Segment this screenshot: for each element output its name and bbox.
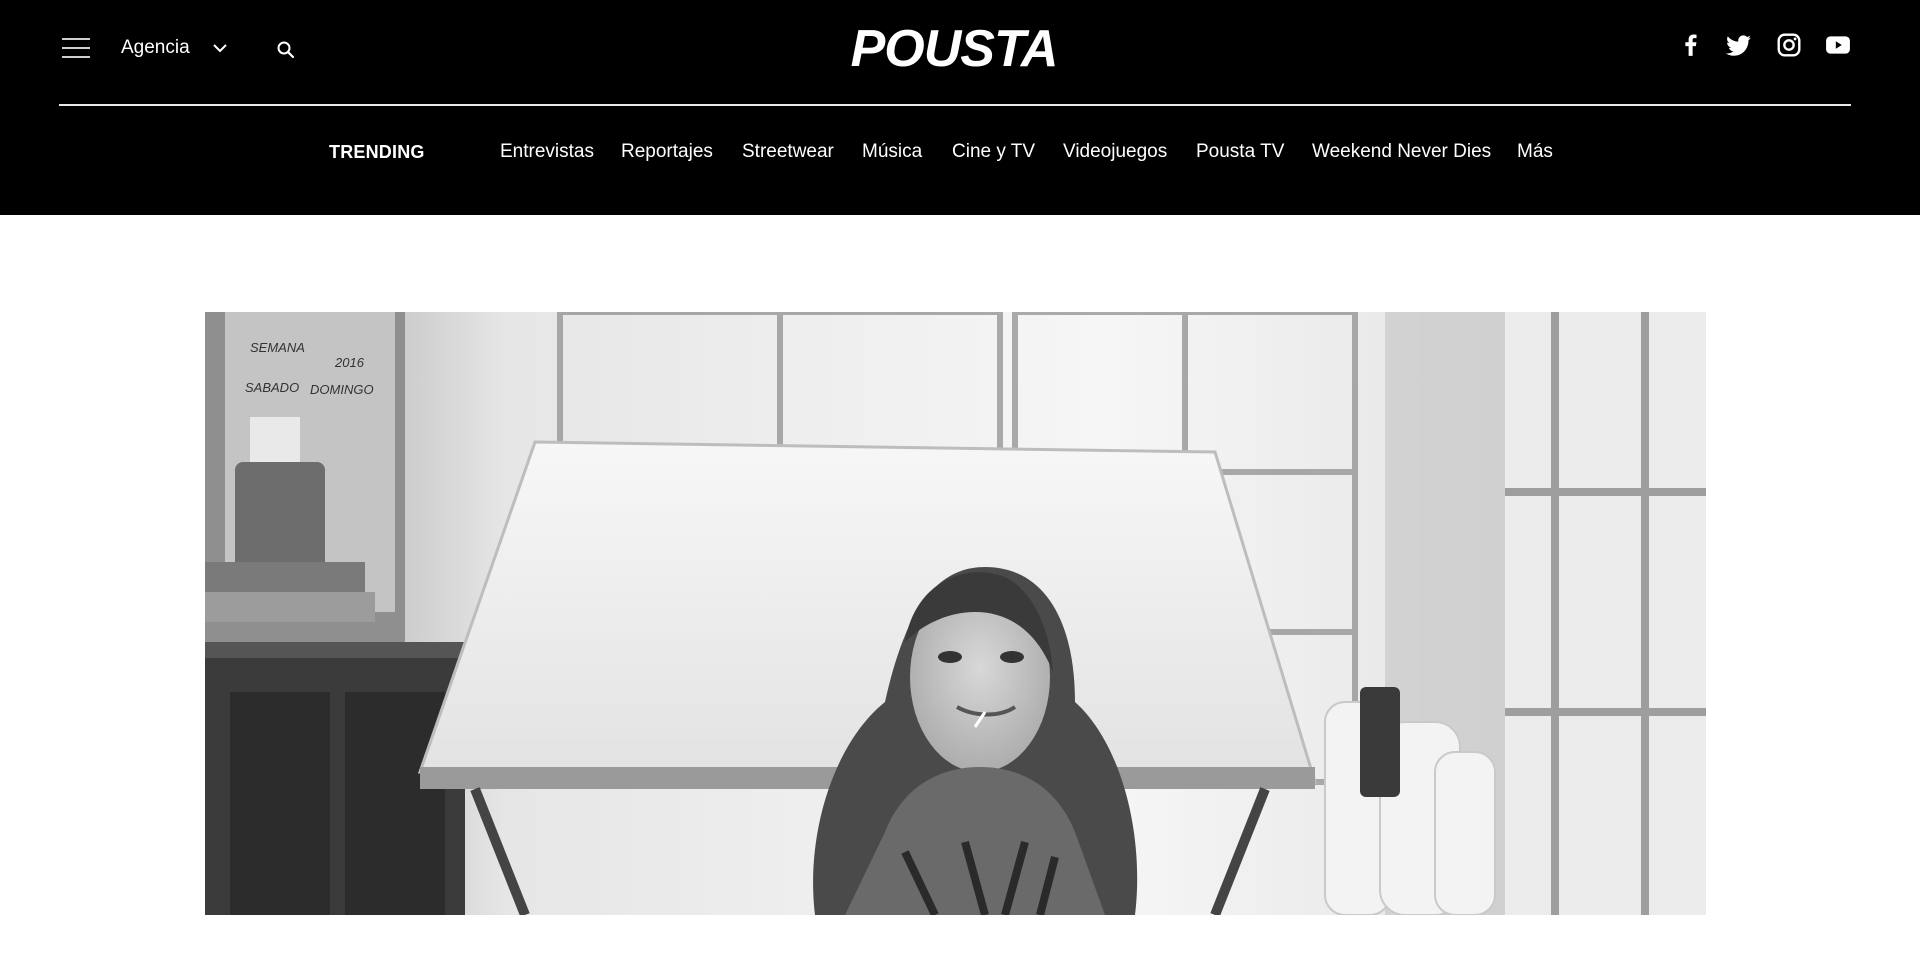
instagram-icon[interactable] — [1776, 32, 1802, 58]
nav-trending[interactable]: TRENDING — [329, 140, 425, 164]
svg-text:2016: 2016 — [334, 355, 365, 370]
site-logo[interactable]: POUSTA — [796, 20, 1112, 78]
hero-photo: SEMANA 2016 SABADO DOMINGO — [205, 312, 1706, 915]
agency-label: Agencia — [121, 37, 190, 58]
nav-item-musica[interactable]: Música — [862, 140, 922, 164]
nav-item-weekend-never-dies[interactable]: Weekend Never Dies — [1312, 140, 1491, 164]
hero-image[interactable]: SEMANA 2016 SABADO DOMINGO — [205, 312, 1706, 915]
chevron-down-icon — [212, 40, 228, 56]
youtube-icon[interactable] — [1825, 32, 1851, 58]
nav-item-mas[interactable]: Más — [1517, 140, 1553, 164]
nav-item-pousta-tv[interactable]: Pousta TV — [1196, 140, 1284, 164]
top-bar: Agencia POUSTA — [0, 0, 1920, 105]
facebook-icon[interactable] — [1678, 32, 1704, 58]
svg-text:SABADO: SABADO — [245, 380, 299, 395]
nav-item-cine-y-tv[interactable]: Cine y TV — [952, 140, 1035, 164]
search-icon[interactable] — [276, 40, 296, 60]
nav-item-entrevistas[interactable]: Entrevistas — [500, 140, 594, 164]
svg-text:DOMINGO: DOMINGO — [310, 382, 374, 397]
agency-dropdown[interactable]: Agencia — [121, 36, 228, 60]
logo-text: POUSTA — [851, 24, 1058, 70]
nav-item-streetwear[interactable]: Streetwear — [742, 140, 834, 164]
nav-item-videojuegos[interactable]: Videojuegos — [1063, 140, 1167, 164]
twitter-icon[interactable] — [1726, 32, 1752, 58]
main-nav: TRENDING Entrevistas Reportajes Streetwe… — [0, 140, 1920, 170]
nav-item-reportajes[interactable]: Reportajes — [621, 140, 713, 164]
site-header: Agencia POUSTA TRENDING Entrevistas Repo… — [0, 0, 1920, 215]
svg-text:SEMANA: SEMANA — [250, 340, 305, 355]
header-divider — [59, 104, 1851, 106]
hamburger-icon[interactable] — [62, 38, 90, 58]
